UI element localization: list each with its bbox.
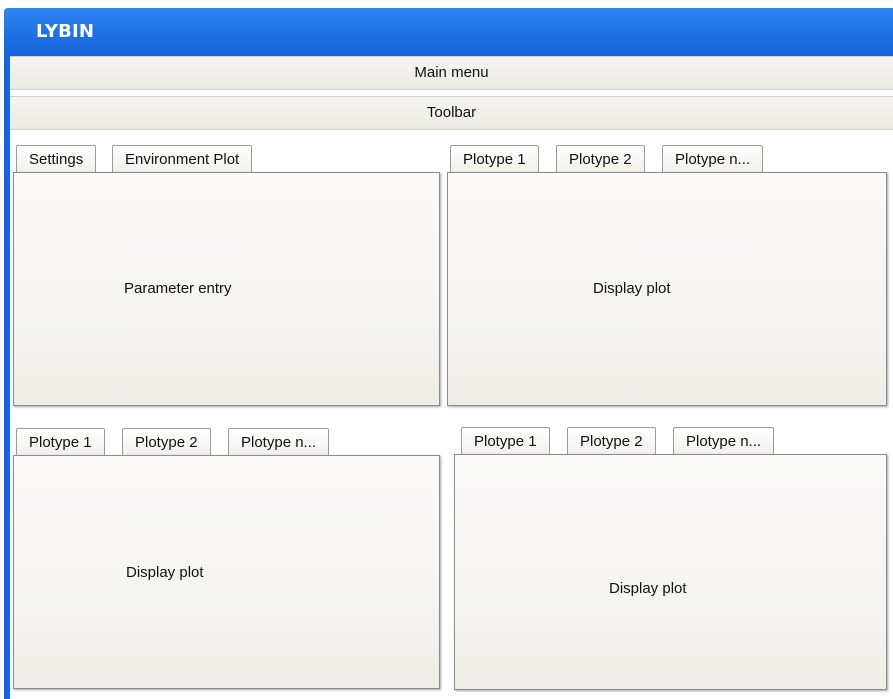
display-plot-label: Display plot: [593, 280, 671, 297]
display-plot-panel-top-right[interactable]: Display plot: [447, 172, 887, 406]
title-bar[interactable]: LYBIN: [4, 8, 893, 56]
toolbar-label: Toolbar: [426, 104, 477, 121]
tab-plotype-1[interactable]: Plotype 1: [16, 428, 105, 456]
app-window: LYBIN Main menu Toolbar Settings Environ…: [0, 0, 893, 699]
toolbar[interactable]: Toolbar: [10, 96, 893, 130]
tab-plotype-1[interactable]: Plotype 1: [461, 427, 550, 455]
main-menu-label: Main menu: [414, 64, 489, 81]
display-plot-panel-bottom-left[interactable]: Display plot: [13, 455, 440, 689]
window-left-border: [4, 56, 10, 699]
parameter-entry-label: Parameter entry: [124, 280, 232, 297]
tab-settings[interactable]: Settings: [16, 145, 97, 173]
display-plot-panel-bottom-right[interactable]: Display plot: [454, 454, 887, 690]
display-plot-label: Display plot: [126, 564, 204, 581]
tab-plotype-1[interactable]: Plotype 1: [450, 145, 539, 173]
display-plot-label: Display plot: [609, 580, 687, 597]
tab-plotype-n[interactable]: Plotype n...: [673, 427, 775, 455]
tab-plotype-2[interactable]: Plotype 2: [122, 428, 211, 456]
tab-environment-plot[interactable]: Environment Plot: [112, 145, 253, 173]
tab-plotype-2[interactable]: Plotype 2: [556, 145, 645, 173]
tab-plotype-n[interactable]: Plotype n...: [662, 145, 764, 173]
parameter-entry-panel[interactable]: Parameter entry: [13, 172, 440, 406]
app-title: LYBIN: [36, 21, 95, 42]
main-menu-bar[interactable]: Main menu: [10, 56, 893, 90]
tab-plotype-2[interactable]: Plotype 2: [567, 427, 656, 455]
tab-plotype-n[interactable]: Plotype n...: [228, 428, 330, 456]
